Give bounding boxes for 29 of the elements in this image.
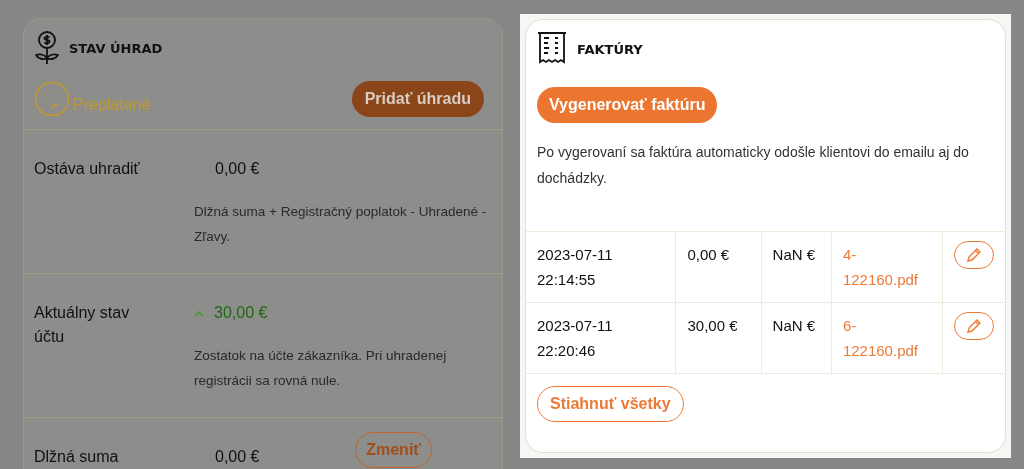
row-label: Aktuálny stav účtu <box>34 303 131 347</box>
worried-face-icon <box>34 81 70 117</box>
generate-invoice-button[interactable]: Vygenerovať faktúru <box>537 87 718 123</box>
receipt-icon <box>537 32 567 66</box>
caret-up-icon <box>194 309 204 317</box>
add-payment-button[interactable]: Pridať úhradu <box>351 81 484 117</box>
amount-cell: 30,00 € <box>687 317 738 334</box>
table-cell: NaN € <box>772 246 816 263</box>
row-description: Dlžná suma + Registračný poplatok - Uhradené - Zľavy. <box>194 203 488 246</box>
date-time-cell: 2023-07-11 22:20:46 <box>537 317 613 359</box>
row-description: Zostatok na účte zákazníka. Pri uhradenej registrácii sa rovná nule. <box>194 347 448 390</box>
row-label: Ostáva uhradiť <box>34 159 141 179</box>
card-title: FAKTÚRY <box>577 41 643 57</box>
amount-value: 30,00 € <box>194 301 268 325</box>
card-title: STAV ÚHRAD <box>69 40 163 56</box>
money-plant-icon <box>35 31 59 65</box>
row-label: Dlžná suma <box>34 447 120 467</box>
download-all-button[interactable]: Stiahnuť všetky <box>537 386 684 422</box>
pencil-icon <box>966 318 982 334</box>
edit-button[interactable] <box>954 312 994 340</box>
status-label: Preplatené <box>73 96 152 114</box>
edit-button[interactable] <box>954 241 994 269</box>
date-time-cell: 2023-07-11 22:14:55 <box>537 246 613 288</box>
amount-cell: 0,00 € <box>687 246 730 263</box>
amount-value: 0,00 € <box>214 447 260 467</box>
pencil-icon <box>966 247 982 263</box>
invoice-note: Po vygerovaní sa faktúra automaticky odošle klientovi do emailu aj do dochádzky. <box>537 143 970 188</box>
table-cell: NaN € <box>772 317 816 334</box>
amount-value: 0,00 € <box>214 159 260 179</box>
